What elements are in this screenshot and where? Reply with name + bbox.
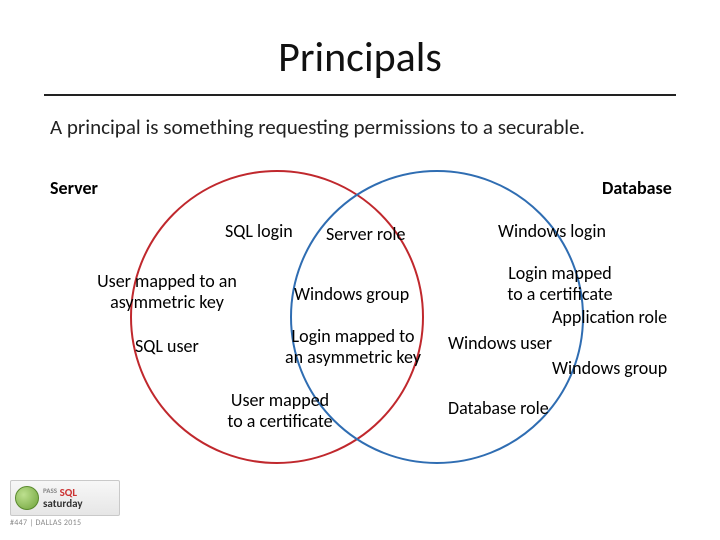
text-line: Login mapped: [508, 262, 612, 284]
label-windows-user: Windows user: [448, 333, 552, 354]
logo-badge: PASS SQL saturday: [10, 480, 120, 516]
footer-logo: PASS SQL saturday #447 | DALLAS 2015: [10, 480, 120, 530]
text-line: asymmetric key: [110, 291, 224, 313]
logo-text-bottom: saturday: [43, 498, 83, 509]
subtitle: A principal is something requesting perm…: [50, 114, 585, 140]
text-line: User mapped to an: [97, 270, 237, 292]
label-database-role: Database role: [448, 398, 549, 419]
label-server-role: Server role: [326, 224, 406, 245]
key-icon: [15, 486, 39, 510]
label-user-cert: User mapped to a certificate: [210, 390, 350, 431]
title-underline: [44, 94, 676, 96]
label-sql-user: SQL user: [135, 336, 199, 357]
text-line: to a certificate: [507, 283, 612, 305]
label-user-asym-key: User mapped to an asymmetric key: [82, 271, 252, 312]
label-sql-login: SQL login: [225, 221, 293, 242]
text-line: Login mapped to: [292, 325, 415, 347]
text-line: User mapped: [231, 389, 329, 411]
label-windows-login: Windows login: [498, 221, 606, 242]
logo-caption: #447 | DALLAS 2015: [10, 518, 120, 528]
slide: Principals A principal is something requ…: [0, 0, 720, 540]
logo-text: PASS SQL saturday: [43, 487, 83, 509]
label-login-cert: Login mapped to a certificate: [490, 263, 630, 304]
text-line: to a certificate: [227, 410, 332, 432]
page-title: Principals: [0, 32, 720, 83]
heading-server: Server: [50, 178, 98, 199]
label-application-role: Application role: [552, 307, 667, 328]
heading-database: Database: [602, 178, 672, 199]
label-windows-group-right: Windows group: [552, 358, 667, 379]
label-login-asym: Login mapped to an asymmetric key: [268, 326, 438, 367]
text-line: an asymmetric key: [285, 346, 421, 368]
label-windows-group-center: Windows group: [294, 284, 409, 305]
